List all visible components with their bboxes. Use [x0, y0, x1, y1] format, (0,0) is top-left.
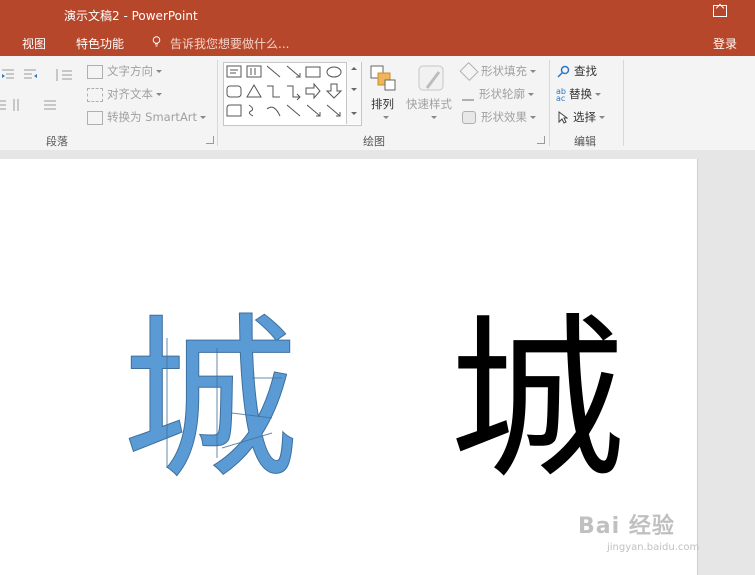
group-label-editing: 编辑 — [574, 135, 596, 148]
group-divider — [217, 60, 218, 146]
ribbon: 文字方向 对齐文本 转换为 SmartArt 段落 排列 快速样式 形状填充 形… — [0, 56, 755, 151]
gallery-scrollbar[interactable] — [346, 62, 361, 124]
window-control-edge[interactable] — [741, 0, 755, 30]
replace-button[interactable]: ab ac 替换 — [556, 86, 601, 102]
tab-featured[interactable]: 特色功能 — [76, 35, 124, 52]
group-divider — [623, 60, 624, 146]
line-spacing-icon[interactable] — [54, 68, 78, 82]
shape-fill-button[interactable]: 形状填充 — [459, 61, 536, 82]
fragment-seams — [166, 338, 282, 468]
select-button[interactable]: 选择 — [558, 109, 605, 125]
character-text[interactable]: 城 — [449, 313, 625, 489]
shapes-gallery[interactable] — [223, 62, 362, 126]
lightbulb-icon — [152, 36, 161, 47]
find-button[interactable]: 查找 — [557, 63, 597, 79]
search-icon — [557, 65, 570, 78]
gallery-more-icon[interactable] — [351, 112, 357, 115]
watermark-brand: Bai 经验 — [578, 514, 675, 539]
window-title: 演示文稿2 - PowerPoint — [64, 9, 198, 23]
alignment-icons[interactable] — [0, 98, 70, 112]
arrange-icon[interactable] — [369, 64, 397, 92]
text-direction-button[interactable]: 文字方向 — [87, 63, 162, 79]
indent-icons[interactable] — [0, 68, 44, 82]
tab-view[interactable]: 视图 — [22, 35, 46, 52]
quick-styles-button[interactable]: 快速样式 — [406, 96, 452, 112]
group-divider — [549, 60, 550, 146]
shape-outline-button[interactable]: 形状轮廓 — [462, 86, 534, 102]
shape-thumbnails[interactable] — [224, 63, 348, 125]
replace-icon: ab ac — [556, 86, 566, 103]
ribbon-display-options-icon[interactable] — [713, 5, 727, 17]
gallery-scroll-down-icon[interactable] — [351, 88, 357, 91]
cursor-icon — [558, 111, 569, 124]
sign-in-link[interactable]: 登录 — [713, 35, 737, 52]
arrange-caret-icon[interactable] — [383, 116, 389, 119]
menu-bar: 视图 特色功能 告诉我您想要做什么... 登录 — [0, 30, 755, 56]
group-label-paragraph: 段落 — [46, 135, 68, 148]
gallery-scroll-up-icon[interactable] — [351, 67, 357, 70]
quick-styles-caret-icon[interactable] — [431, 116, 437, 119]
group-label-drawing: 绘图 — [363, 135, 385, 148]
drawing-launcher-icon[interactable] — [537, 136, 545, 144]
convert-smartart-button[interactable]: 转换为 SmartArt — [87, 109, 207, 125]
quick-styles-icon[interactable] — [417, 64, 447, 94]
arrange-button[interactable]: 排列 — [371, 96, 394, 112]
watermark-url: jingyan.baidu.com — [607, 542, 700, 553]
align-text-button[interactable]: 对齐文本 — [87, 86, 162, 102]
title-bar: 演示文稿2 - PowerPoint — [0, 0, 755, 30]
shape-effects-button[interactable]: 形状效果 — [462, 109, 536, 125]
tell-me-search[interactable]: 告诉我您想要做什么... — [170, 35, 289, 52]
paragraph-launcher-icon[interactable] — [206, 136, 214, 144]
